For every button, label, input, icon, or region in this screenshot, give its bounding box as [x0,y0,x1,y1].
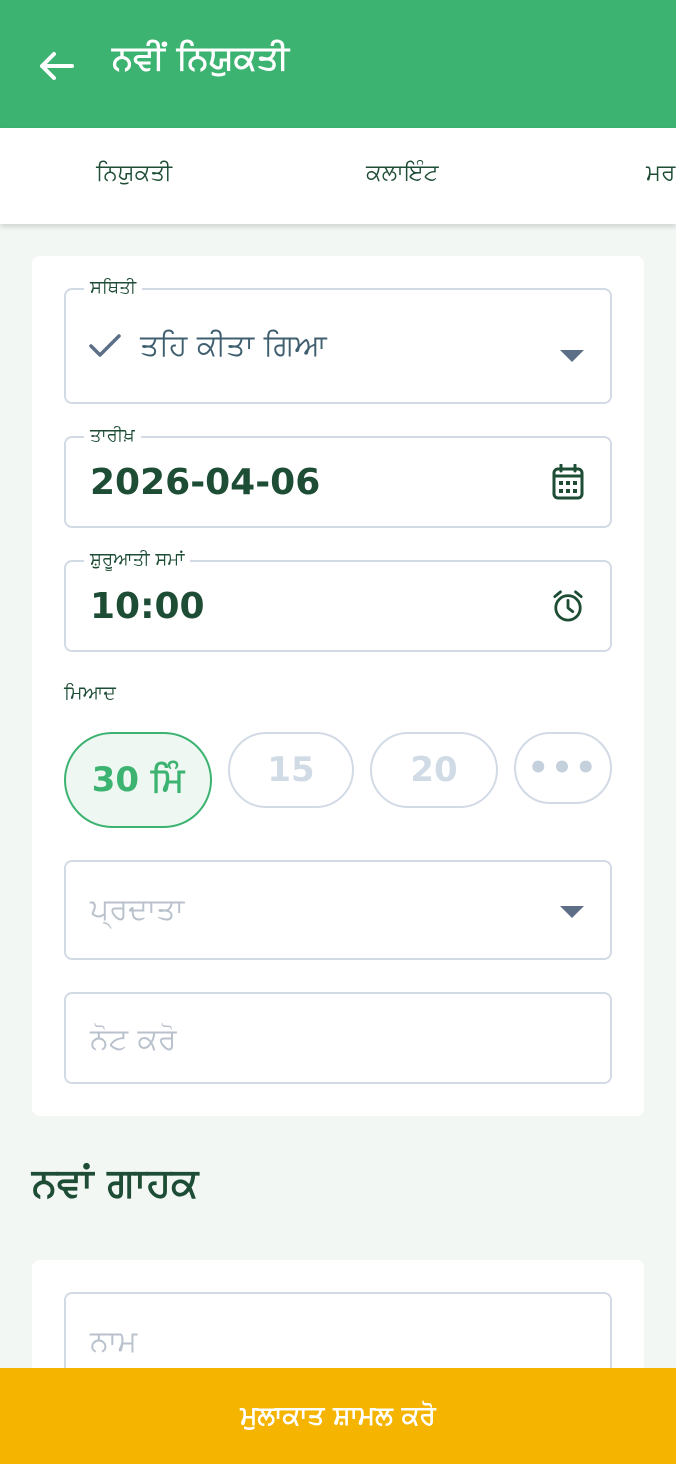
add-appointment-button[interactable]: ਮੁਲਾਕਾਤ ਸ਼ਾਮਲ ਕਰੋ [0,1368,676,1464]
page-title: ਨਵੀਂ ਨਿਯੁਕਤੀ [112,38,289,78]
duration-chip-20[interactable]: 20 [370,732,498,808]
calendar-icon[interactable] [552,464,584,500]
tab-bar: ਨਿਯੁਕਤੀ ਕਲਾਇੰਟ ਮਰ [0,128,676,224]
duration-chip-30[interactable]: 30 ਮਿੰ [64,732,212,828]
date-label: ਤਾਰੀਖ਼ [84,424,141,448]
provider-placeholder: ਪ੍ਰਦਾਤਾ [90,892,185,927]
new-client-heading: ਨਵਾਂ ਗਾਹਕ [32,1160,199,1206]
duration-chip-15[interactable]: 15 [228,732,354,808]
start-time-value: 10:00 [90,586,205,627]
note-input[interactable]: ਨੋਟ ਕਰੋ [64,992,612,1084]
status-dropdown[interactable]: ਸਥਿਤੀ ਤਹਿ ਕੀਤਾ ਗਿਆ [64,276,612,404]
alarm-clock-icon[interactable] [552,588,584,624]
duration-more-button[interactable]: ••• [514,732,612,804]
start-time-label: ਸ਼ੁਰੂਆਤੀ ਸਮਾਂ [84,548,191,572]
caret-down-icon [560,906,584,918]
check-icon [89,334,121,357]
start-time-field[interactable]: ਸ਼ੁਰੂਆਤੀ ਸਮਾਂ 10:00 [64,548,612,652]
caret-down-icon [560,350,584,362]
back-button[interactable] [30,40,82,92]
date-value: 2026-04-06 [90,462,321,503]
status-value: ਤਹਿ ਕੀਤਾ ਗਿਆ [140,328,327,363]
app-bar: ਨਵੀਂ ਨਿਯੁਕਤੀ [0,0,676,128]
tab-more[interactable]: ਮਰ [646,160,675,186]
name-placeholder: ਨਾਮ [90,1324,138,1359]
status-label: ਸਥਿਤੀ [84,276,143,300]
date-field[interactable]: ਤਾਰੀਖ਼ 2026-04-06 [64,424,612,528]
provider-dropdown[interactable]: ਪ੍ਰਦਾਤਾ [64,860,612,960]
appointment-form-card: ਸਥਿਤੀ ਤਹਿ ਕੀਤਾ ਗਿਆ ਤਾਰੀਖ਼ 2026-04-06 ਸ਼ੁ… [32,256,644,1116]
tab-appointment[interactable]: ਨਿਯੁਕਤੀ [96,160,172,186]
arrow-left-icon [40,52,74,80]
note-placeholder: ਨੋਟ ਕਰੋ [90,1022,177,1057]
tab-client[interactable]: ਕਲਾਇੰਟ [366,160,439,186]
duration-label: ਮਿਆਦ [64,682,116,704]
